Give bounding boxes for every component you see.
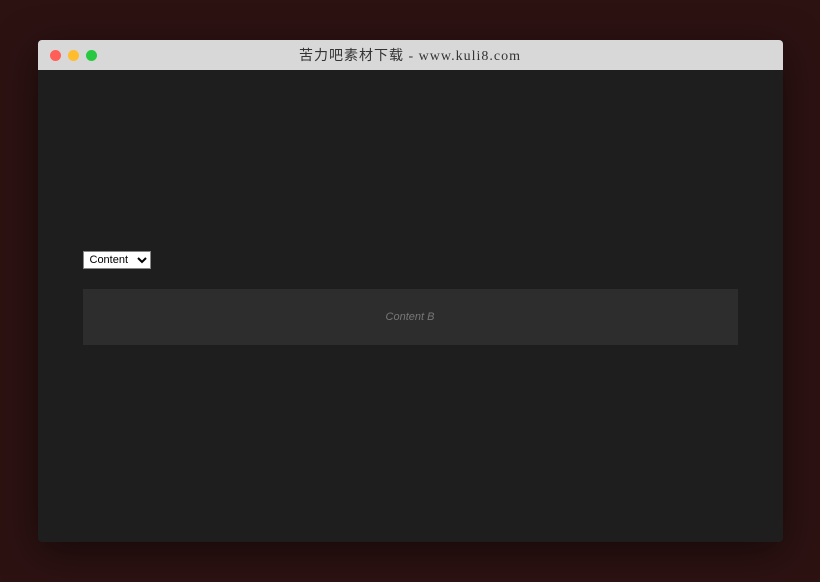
window-title: 苦力吧素材下载 - www.kuli8.com	[38, 45, 783, 65]
minimize-icon[interactable]	[68, 50, 79, 61]
traffic-lights	[50, 50, 97, 61]
content-area: Content B Content B	[38, 70, 783, 542]
panel-label: Content B	[386, 311, 435, 323]
content-panel: Content B	[83, 289, 738, 345]
maximize-icon[interactable]	[86, 50, 97, 61]
window: 苦力吧素材下载 - www.kuli8.com Content B Conten…	[38, 40, 783, 542]
content-select[interactable]: Content B	[83, 251, 151, 269]
select-wrapper: Content B	[83, 250, 738, 269]
titlebar: 苦力吧素材下载 - www.kuli8.com	[38, 40, 783, 70]
close-icon[interactable]	[50, 50, 61, 61]
